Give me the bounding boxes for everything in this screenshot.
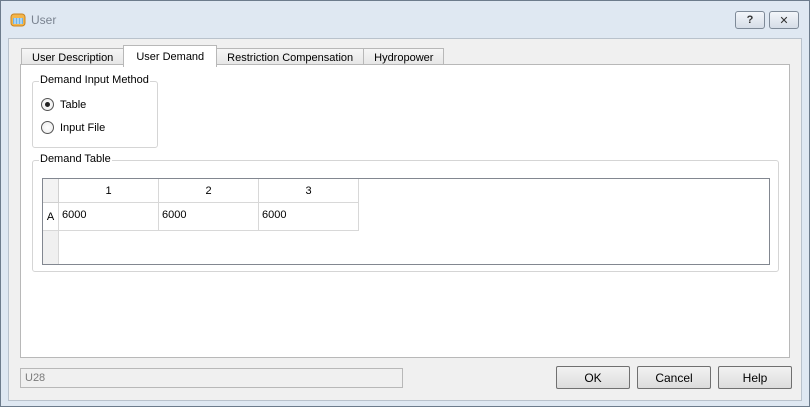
column-header-1[interactable]: 1 — [59, 179, 159, 203]
table-cell[interactable]: 6000 — [59, 203, 159, 231]
demand-input-method-group: Demand Input Method Table Input File — [32, 74, 158, 148]
question-icon: ? — [746, 14, 754, 26]
column-header-2[interactable]: 2 — [159, 179, 259, 203]
radio-table[interactable] — [41, 98, 54, 111]
help-button[interactable]: Help — [718, 366, 792, 389]
row-header-a[interactable]: A — [43, 203, 59, 231]
demand-table-group: Demand Table 1 2 3 A 6000 6000 6000 — [32, 153, 779, 272]
table-cell[interactable]: 6000 — [159, 203, 259, 231]
radio-table-row[interactable]: Table — [41, 98, 86, 111]
app-icon — [10, 13, 26, 27]
element-id-field: U28 — [20, 368, 403, 388]
dialog-body: User Description User Demand Restriction… — [8, 38, 802, 401]
close-icon: ✕ — [779, 14, 789, 27]
user-dialog: User ? ✕ User Description User Demand Re… — [0, 0, 810, 407]
demand-table-grid[interactable]: 1 2 3 A 6000 6000 6000 — [42, 178, 770, 265]
user-demand-panel: Demand Input Method Table Input File Dem… — [20, 64, 790, 358]
title-bar: User ? ✕ — [1, 1, 809, 39]
row-header-empty — [43, 231, 59, 264]
help-title-button[interactable]: ? — [735, 11, 765, 29]
tab-strip: User Description User Demand Restriction… — [21, 45, 445, 67]
window-title: User — [31, 13, 57, 27]
radio-input-file[interactable] — [41, 121, 54, 134]
tab-user-demand[interactable]: User Demand — [123, 45, 218, 67]
column-header-3[interactable]: 3 — [259, 179, 359, 203]
radio-table-label: Table — [60, 98, 87, 111]
ok-button[interactable]: OK — [556, 366, 630, 389]
radio-input-file-label: Input File — [60, 121, 106, 134]
radio-input-file-row[interactable]: Input File — [41, 121, 105, 134]
cancel-button[interactable]: Cancel — [637, 366, 711, 389]
grid-corner — [43, 179, 59, 203]
demand-table-label: Demand Table — [39, 153, 112, 165]
table-cell[interactable]: 6000 — [259, 203, 359, 231]
demand-input-method-label: Demand Input Method — [39, 74, 150, 86]
close-button[interactable]: ✕ — [769, 11, 799, 29]
